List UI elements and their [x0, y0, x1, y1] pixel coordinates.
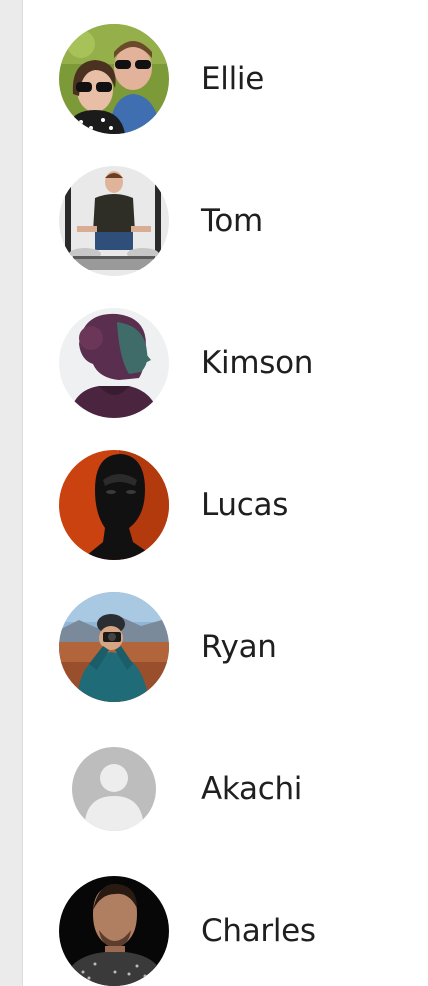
contact-name: Tom — [201, 203, 263, 239]
contact-name: Akachi — [201, 771, 303, 807]
contact-row-ellie[interactable]: Ellie — [23, 0, 428, 142]
contact-row-lucas[interactable]: Lucas — [23, 426, 428, 568]
avatar-photo-icon — [59, 166, 169, 276]
left-rail — [0, 0, 23, 986]
avatar-photo-icon — [59, 592, 169, 702]
contact-row-kimson[interactable]: Kimson — [23, 284, 428, 426]
contact-row-charles[interactable]: Charles — [23, 852, 428, 986]
contact-name: Kimson — [201, 345, 314, 381]
contact-name: Charles — [201, 913, 316, 949]
avatar-photo-icon — [59, 876, 169, 986]
contacts-screen: Ellie Tom Kimson Lucas Ryan Akachi Charl… — [0, 0, 428, 986]
avatar-photo-icon — [59, 24, 169, 134]
contact-row-akachi[interactable]: Akachi — [23, 710, 428, 852]
avatar-photo-icon — [59, 308, 169, 418]
avatar-photo-icon — [59, 450, 169, 560]
contact-row-tom[interactable]: Tom — [23, 142, 428, 284]
contact-name: Ellie — [201, 61, 264, 97]
default-user-icon — [59, 734, 169, 844]
contact-name: Ryan — [201, 629, 277, 665]
contact-row-ryan[interactable]: Ryan — [23, 568, 428, 710]
contact-name: Lucas — [201, 487, 289, 523]
